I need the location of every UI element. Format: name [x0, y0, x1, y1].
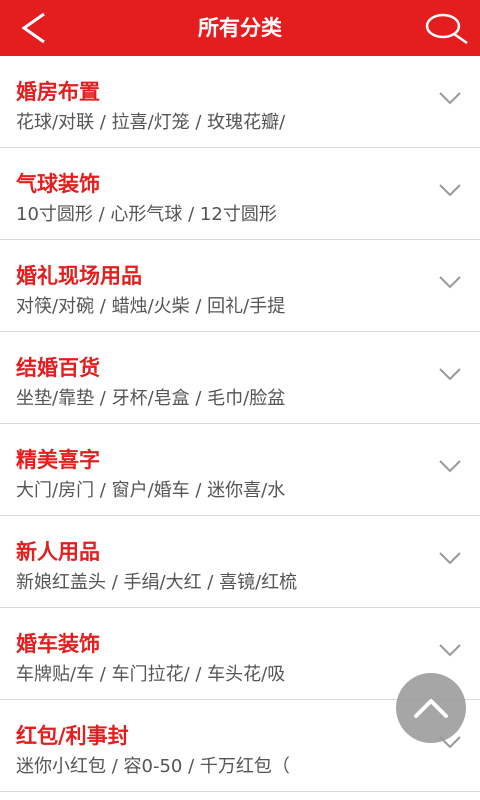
- category-title: 新人用品: [16, 540, 100, 564]
- category-title: 婚车装饰: [16, 632, 100, 656]
- category-subtitle: 车牌贴/车 / 车门拉花/ / 车头花/吸: [16, 664, 286, 685]
- category-title: 红包/利事封: [16, 724, 129, 748]
- category-subtitle: 10寸圆形 / 心形气球 / 12寸圆形: [16, 204, 277, 225]
- chevron-down-icon[interactable]: [438, 642, 462, 658]
- category-title: 婚礼现场用品: [16, 264, 142, 288]
- category-row[interactable]: 结婚百货 坐垫/靠垫 / 牙杯/皂盒 / 毛巾/脸盆: [0, 332, 480, 424]
- category-title: 精美喜字: [16, 448, 100, 472]
- category-title: 婚房布置: [16, 80, 100, 104]
- scroll-to-top-button[interactable]: [396, 673, 466, 743]
- category-title: 气球装饰: [16, 172, 100, 196]
- category-row[interactable]: 婚房布置 花球/对联 / 拉喜/灯笼 / 玫瑰花瓣/: [0, 56, 480, 148]
- chevron-down-icon[interactable]: [438, 182, 462, 198]
- category-subtitle: 花球/对联 / 拉喜/灯笼 / 玫瑰花瓣/: [16, 112, 286, 133]
- chevron-down-icon[interactable]: [438, 274, 462, 290]
- category-subtitle: 对筷/对碗 / 蜡烛/火柴 / 回礼/手提: [16, 296, 286, 317]
- category-subtitle: 迷你小红包 / 容0-50 / 千万红包（: [16, 756, 290, 777]
- chevron-down-icon[interactable]: [438, 366, 462, 382]
- category-row[interactable]: 婚礼现场用品 对筷/对碗 / 蜡烛/火柴 / 回礼/手提: [0, 240, 480, 332]
- chevron-down-icon[interactable]: [438, 90, 462, 106]
- category-subtitle: 坐垫/靠垫 / 牙杯/皂盒 / 毛巾/脸盆: [16, 388, 286, 409]
- category-row[interactable]: 气球装饰 10寸圆形 / 心形气球 / 12寸圆形: [0, 148, 480, 240]
- page-title: 所有分类: [198, 16, 282, 40]
- search-button[interactable]: [418, 6, 474, 50]
- chevron-down-icon[interactable]: [438, 550, 462, 566]
- chevron-up-icon: [414, 699, 448, 718]
- search-icon: [425, 13, 468, 45]
- top-bar: 所有分类: [0, 0, 480, 56]
- category-subtitle: 新娘红盖头 / 手绢/大红 / 喜镜/红梳: [16, 572, 298, 593]
- category-row[interactable]: 新人用品 新娘红盖头 / 手绢/大红 / 喜镜/红梳: [0, 516, 480, 608]
- category-row[interactable]: 精美喜字 大门/房门 / 窗户/婚车 / 迷你喜/水: [0, 424, 480, 516]
- back-button[interactable]: [6, 6, 62, 50]
- category-title: 结婚百货: [16, 356, 100, 380]
- back-arrow-icon: [21, 12, 45, 44]
- category-subtitle: 大门/房门 / 窗户/婚车 / 迷你喜/水: [16, 480, 286, 501]
- chevron-down-icon[interactable]: [438, 458, 462, 474]
